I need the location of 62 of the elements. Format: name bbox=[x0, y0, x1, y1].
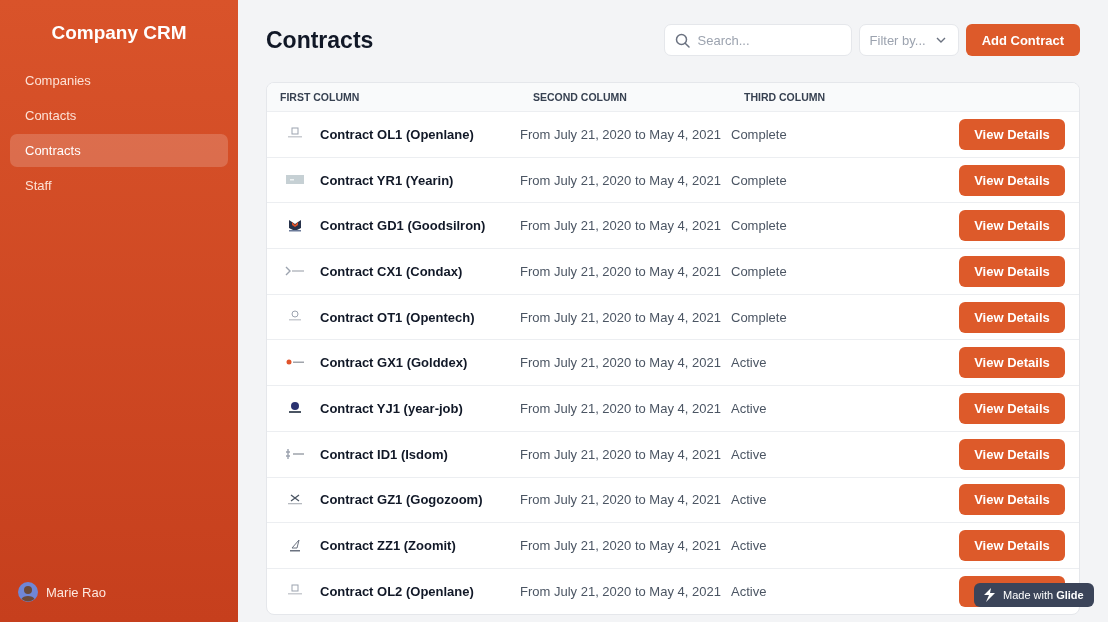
contract-name: Contract GZ1 (Gogozoom) bbox=[320, 492, 483, 508]
contract-name: Contract YJ1 (year-job) bbox=[320, 400, 463, 416]
column-header: SECOND COLUMN bbox=[532, 91, 628, 103]
view-details-button[interactable]: View Details bbox=[959, 301, 1065, 333]
table-cell-text: Active bbox=[731, 583, 768, 599]
contract-name: Contract CX1 (Condax) bbox=[320, 263, 463, 279]
filter-dropdown[interactable]: Filter by... bbox=[858, 24, 959, 56]
add-contract-button[interactable]: Add Contract bbox=[965, 24, 1080, 56]
user-name: Marie Rao bbox=[46, 584, 106, 600]
table-cell-text: Complete bbox=[731, 218, 788, 234]
table-cell-text: From July 21, 2020 to May 4, 2021 bbox=[520, 126, 722, 142]
table-cell-text: From July 21, 2020 to May 4, 2021 bbox=[520, 263, 722, 279]
table-cell-text: From July 21, 2020 to May 4, 2021 bbox=[520, 218, 722, 234]
table-cell-text: Active bbox=[731, 492, 768, 508]
view-details-button[interactable]: View Details bbox=[959, 347, 1065, 379]
table-cell-text: Complete bbox=[731, 172, 788, 188]
table-cell-text: Complete bbox=[731, 126, 788, 142]
contract-name: Contract ID1 (Isdom) bbox=[320, 446, 448, 462]
table-cell-text: From July 21, 2020 to May 4, 2021 bbox=[520, 538, 722, 554]
view-details-button[interactable]: View Details bbox=[959, 484, 1065, 516]
contract-name: Contract OT1 (Opentech) bbox=[320, 309, 475, 325]
table-cell-text: Active bbox=[731, 400, 768, 416]
page-title: Contracts bbox=[266, 26, 374, 54]
search-field[interactable]: Search... bbox=[663, 24, 852, 56]
view-details-button[interactable]: View Details bbox=[959, 255, 1065, 287]
contract-name: Contract OL2 (Openlane) bbox=[320, 583, 474, 599]
logo-icon bbox=[284, 447, 306, 462]
table-cell-text: Active bbox=[731, 446, 768, 462]
table-cell-text: From July 21, 2020 to May 4, 2021 bbox=[520, 400, 722, 416]
chevron-down-icon bbox=[935, 37, 946, 43]
table-cell-text: From July 21, 2020 to May 4, 2021 bbox=[520, 446, 722, 462]
bolt-icon bbox=[982, 587, 996, 603]
sidebar-item[interactable]: Contacts bbox=[10, 99, 228, 132]
contract-name: Contract GX1 (Golddex) bbox=[320, 355, 468, 371]
table-cell-text: Complete bbox=[731, 309, 788, 325]
table-cell-text: Complete bbox=[731, 263, 788, 279]
table-cell-text: From July 21, 2020 to May 4, 2021 bbox=[520, 583, 722, 599]
view-details-button[interactable]: View Details bbox=[959, 210, 1065, 242]
app-title: Company CRM bbox=[50, 22, 188, 44]
column-header: THIRD COLUMN bbox=[743, 91, 827, 103]
sidebar-item[interactable]: Staff bbox=[10, 169, 228, 202]
column-header: FIRST COLUMN bbox=[279, 91, 361, 103]
table-cell-text: From July 21, 2020 to May 4, 2021 bbox=[520, 492, 722, 508]
badge-text: Made with Glide bbox=[1003, 589, 1084, 601]
made-with-toast[interactable]: Made with Glide bbox=[974, 583, 1094, 607]
table-cell-text: From July 21, 2020 to May 4, 2021 bbox=[520, 172, 722, 188]
contract-name: Contract ZZ1 (Zoomit) bbox=[320, 538, 456, 554]
avatar-icon bbox=[18, 582, 38, 602]
table-cell-text: Active bbox=[731, 355, 768, 371]
view-details-button[interactable]: View Details bbox=[959, 438, 1065, 470]
view-details-button[interactable]: View Details bbox=[959, 118, 1065, 150]
view-details-button[interactable]: View Details bbox=[959, 392, 1065, 424]
sidebar-item[interactable]: Contracts bbox=[10, 134, 228, 167]
table-cell-text: From July 21, 2020 to May 4, 2021 bbox=[520, 309, 722, 325]
table-cell-text: From July 21, 2020 to May 4, 2021 bbox=[520, 355, 722, 371]
contract-name: Contract GD1 (Goodsilron) bbox=[320, 218, 486, 234]
table-cell-text: Active bbox=[731, 538, 768, 554]
view-details-button[interactable]: View Details bbox=[959, 530, 1065, 562]
sidebar-item[interactable]: Companies bbox=[10, 64, 228, 97]
view-details-button[interactable]: View Details bbox=[959, 164, 1065, 196]
contract-name: Contract OL1 (Openlane) bbox=[320, 126, 474, 142]
contract-name: Contract YR1 (Yearin) bbox=[320, 172, 454, 188]
